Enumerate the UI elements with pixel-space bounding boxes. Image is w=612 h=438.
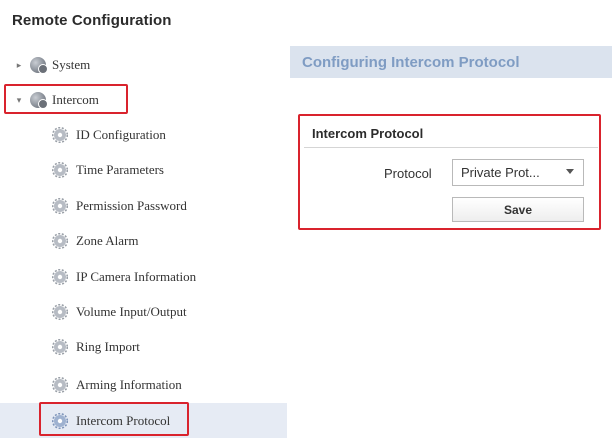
gear-icon (52, 269, 68, 285)
tree-item-zone-alarm[interactable]: Zone Alarm (0, 224, 287, 258)
tree-item-ip-camera-information[interactable]: IP Camera Information (0, 260, 287, 294)
tree-item-label: Intercom (52, 92, 99, 107)
tree-item-label: IP Camera Information (76, 269, 197, 284)
tree-item-label: Permission Password (76, 198, 187, 213)
tree-item-system[interactable]: ▸ System (0, 48, 287, 82)
tree-item-label: Volume Input/Output (76, 304, 187, 319)
panel-title: Configuring Intercom Protocol (302, 53, 520, 71)
tree-item-label: ID Configuration (76, 127, 166, 142)
chevron-right-icon[interactable]: ▸ (14, 60, 24, 71)
tree-item-label: Time Parameters (76, 162, 164, 177)
tree-item-label: System (52, 57, 91, 72)
tree-item-permission-password[interactable]: Permission Password (0, 189, 287, 223)
tree-item-label: Intercom Protocol (76, 412, 171, 428)
globe-icon (30, 57, 48, 74)
tree-item-label: Arming Information (76, 377, 182, 392)
gear-icon (52, 339, 68, 355)
gear-icon (52, 198, 68, 214)
gear-icon (52, 412, 68, 429)
section-divider (304, 147, 598, 148)
section-title: Intercom Protocol (312, 126, 424, 141)
gear-icon (52, 127, 68, 143)
chevron-down-icon[interactable] (566, 169, 574, 174)
tree-item-ring-import[interactable]: Ring Import (0, 330, 287, 364)
protocol-select-value: Private Prot... (461, 165, 540, 180)
app-title: Remote Configuration (12, 12, 172, 29)
panel-header: Configuring Intercom Protocol (290, 46, 612, 78)
gear-icon (52, 162, 68, 178)
tree-item-label: Ring Import (76, 339, 140, 354)
tree-item-intercom[interactable]: ▾ Intercom (0, 83, 287, 117)
gear-icon (52, 304, 68, 320)
tree-item-time-parameters[interactable]: Time Parameters (0, 153, 287, 187)
tree-item-arming-information[interactable]: Arming Information (0, 368, 287, 402)
globe-icon (30, 92, 48, 109)
sidebar-tree: ▸ System ▾ Intercom ID Configuration Tim… (0, 48, 287, 438)
gear-icon (52, 233, 68, 249)
save-button[interactable]: Save (452, 197, 584, 222)
tree-item-intercom-protocol[interactable]: Intercom Protocol (0, 403, 287, 438)
tree-item-label: Zone Alarm (76, 233, 139, 248)
chevron-down-icon[interactable]: ▾ (14, 95, 24, 106)
protocol-label: Protocol (384, 166, 432, 181)
protocol-select[interactable]: Private Prot... (452, 159, 584, 186)
tree-item-id-configuration[interactable]: ID Configuration (0, 118, 287, 152)
tree-item-volume-input-output[interactable]: Volume Input/Output (0, 295, 287, 329)
gear-icon (52, 377, 68, 393)
